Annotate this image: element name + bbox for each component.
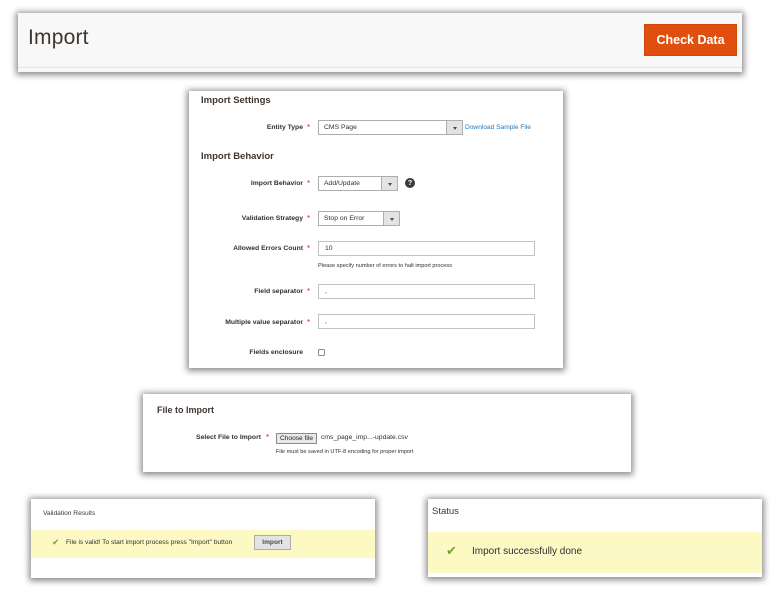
import-behavior-select[interactable]: Add/Update <box>318 176 398 191</box>
checkmark-icon: ✔ <box>52 537 60 547</box>
import-button[interactable]: Import <box>254 535 291 550</box>
entity-type-select[interactable]: CMS Page <box>318 120 463 135</box>
validation-message: File is valid! To start import process p… <box>66 539 233 546</box>
required-marker: * <box>307 318 311 327</box>
header-divider <box>18 67 742 68</box>
validation-strategy-label: Validation Strategy <box>241 215 303 222</box>
field-separator-input[interactable]: , <box>318 284 535 299</box>
file-encoding-note: File must be saved in UTF-8 encoding for… <box>276 449 414 455</box>
fields-enclosure-label: Fields enclosure <box>249 349 303 356</box>
status-panel: Status ✔ Import successfully done <box>428 499 762 577</box>
validation-strategy-select[interactable]: Stop on Error <box>318 211 400 226</box>
chevron-down-icon <box>381 177 397 190</box>
required-marker: * <box>307 179 311 188</box>
allowed-errors-input[interactable]: 10 <box>318 241 535 256</box>
validation-strategy-value: Stop on Error <box>324 215 365 222</box>
check-data-button[interactable]: Check Data <box>644 24 737 56</box>
status-message: Import successfully done <box>472 546 583 557</box>
chevron-down-icon <box>383 212 399 225</box>
page-header: Import Check Data <box>18 13 742 72</box>
allowed-errors-note: Please specify number of errors to halt … <box>318 263 452 269</box>
validation-results-panel: Validation Results ✔ File is valid! To s… <box>31 499 375 578</box>
status-message-box: ✔ Import successfully done <box>428 532 762 573</box>
required-marker: * <box>307 123 311 132</box>
page-title: Import <box>28 26 89 49</box>
import-behavior-title: Import Behavior <box>201 151 274 162</box>
status-heading: Status <box>432 506 459 517</box>
checkmark-icon: ✔ <box>446 543 457 558</box>
choose-file-button[interactable]: Choose file <box>276 433 317 444</box>
import-behavior-value: Add/Update <box>324 180 360 187</box>
download-sample-file-link[interactable]: Download Sample File <box>465 124 531 131</box>
required-marker: * <box>307 214 311 223</box>
field-separator-label: Field separator <box>254 288 303 295</box>
file-to-import-title: File to Import <box>157 405 214 415</box>
import-behavior-label: Import Behavior <box>250 180 303 187</box>
multiple-value-separator-label: Multiple value separator <box>225 319 303 326</box>
validation-results-heading: Validation Results <box>43 510 96 517</box>
required-marker: * <box>307 244 311 253</box>
entity-type-value: CMS Page <box>324 124 357 131</box>
fields-enclosure-checkbox[interactable] <box>318 349 325 356</box>
validation-message-box: ✔ File is valid! To start import process… <box>31 530 375 558</box>
multiple-value-separator-input[interactable]: , <box>318 314 535 329</box>
file-to-import-panel: File to Import Select File to Import * C… <box>143 394 631 472</box>
question-circle-icon[interactable]: ? <box>405 178 415 188</box>
entity-type-label: Entity Type <box>266 124 303 131</box>
select-file-label: Select File to Import <box>196 434 261 441</box>
import-settings-title: Import Settings <box>201 95 271 106</box>
required-marker: * <box>266 433 270 442</box>
chevron-down-icon <box>446 121 462 134</box>
selected-file-name: cms_page_imp...-update.csv <box>321 434 408 441</box>
import-settings-panel: Import Settings Entity Type * CMS Page D… <box>189 91 563 368</box>
required-marker: * <box>307 287 311 296</box>
allowed-errors-label: Allowed Errors Count <box>233 245 303 252</box>
